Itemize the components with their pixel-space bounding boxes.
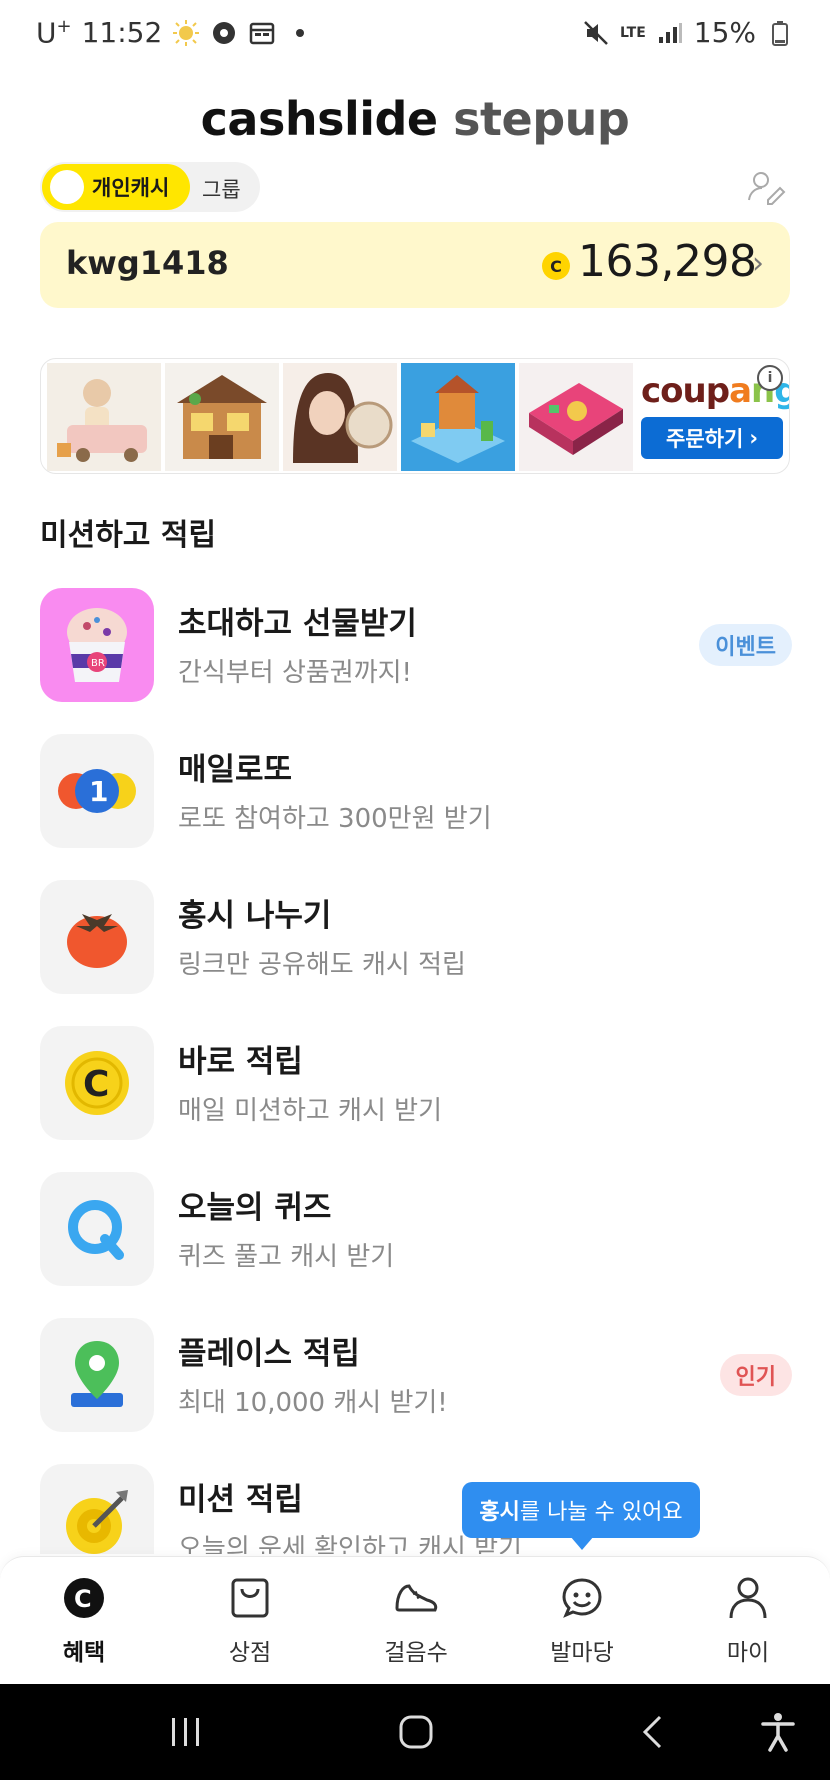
coin-icon: C [542,252,570,280]
clock: 11:52 [81,16,163,50]
ad-product-block-set[interactable] [401,363,515,471]
svg-text:C: C [74,1585,92,1613]
home-icon[interactable] [396,1708,436,1756]
sneaker-icon [393,1575,439,1621]
cash-coin-icon: C [40,1026,154,1140]
personal-cash-label: 개인캐시 [92,176,170,200]
ad-banner[interactable]: coupang 주문하기 › i [40,358,790,474]
brand-main: cashslide [200,92,438,146]
mission-subtitle: 퀴즈 풀고 캐시 받기 [178,1242,395,1272]
mission-title: 플레이스 적립 [178,1336,360,1372]
signal-icon [656,19,684,47]
battery-percent: 15% [693,16,756,49]
svg-text:BR: BR [91,658,105,669]
bottom-navigation: C 혜택 상점 걸음수 발마당 마이 [0,1556,830,1684]
ad-product-miniature-house[interactable] [165,363,279,471]
order-button-label: 주문하기 [666,427,744,451]
status-bar: U+ 11:52 LTE 15% [0,0,830,72]
mission-daily-lotto[interactable]: 1 매일로또 로또 참여하고 300만원 받기 [40,734,792,850]
back-icon[interactable] [632,1708,672,1756]
nav-shop[interactable]: 상점 [190,1575,310,1675]
tooltip-pointer [570,1536,594,1550]
mission-daily-quiz[interactable]: 오늘의 퀴즈 퀴즈 풀고 캐시 받기 [40,1172,792,1288]
nav-label: 걸음수 [384,1640,448,1666]
status-right: LTE 15% [582,16,794,49]
mission-instant-earn[interactable]: C 바로 적립 매일 미션하고 캐시 받기 [40,1026,792,1142]
mission-invite[interactable]: BR 초대하고 선물받기 간식부터 상품권까지! 이벤트 [40,588,792,704]
sun-notification-icon [172,19,200,47]
cash-type-toggle[interactable]: 개인캐시 그룹 [40,162,260,212]
quiz-q-icon [40,1172,154,1286]
persimmon-icon [40,880,154,994]
brand-sub: stepup [453,92,630,146]
nav-label: 상점 [228,1640,272,1666]
accessibility-icon[interactable] [756,1708,800,1756]
lotto-balls-icon: 1 [40,734,154,848]
edit-profile-icon[interactable] [746,168,786,208]
popular-badge: 인기 [719,1354,792,1396]
section-title: 미션하고 적립 [40,518,217,553]
nav-my[interactable]: 마이 [688,1575,808,1675]
balance-card[interactable]: kwg1418 C 163,298 › [40,222,790,308]
benefit-coin-icon: C [61,1575,107,1621]
mission-share-persimmon[interactable]: 홍시 나누기 링크만 공유해도 캐시 적립 [40,880,792,996]
mission-title: 미션 적립 [178,1482,303,1518]
cash-balance: 163,298 [578,236,757,287]
nav-label: 혜택 [62,1640,106,1666]
ad-info-icon[interactable]: i [757,365,783,391]
mission-title: 바로 적립 [178,1044,303,1080]
calendar-notification-icon [248,19,276,47]
chevron-right-icon: › [752,246,764,281]
share-persimmon-tooltip[interactable]: 홍시를 나눌 수 있어요 [462,1482,700,1538]
more-notifications-dot-icon [286,19,314,47]
mission-title: 매일로또 [178,752,293,788]
recent-apps-icon[interactable] [166,1708,206,1756]
event-badge: 이벤트 [699,624,792,666]
nav-label: 발마당 [550,1640,614,1666]
network-type: LTE [620,24,646,41]
smile-chat-icon [559,1575,605,1621]
aperture-notification-icon [210,19,238,47]
shopping-bag-icon [227,1575,273,1621]
order-button[interactable]: 주문하기 › [641,417,783,459]
nav-benefit[interactable]: C 혜택 [24,1575,144,1675]
ad-product-puzzle-box[interactable] [519,363,633,471]
app-brand-title: cashslide stepup [0,92,830,146]
ice-cream-icon: BR [40,588,154,702]
mission-subtitle: 링크만 공유해도 캐시 적립 [178,950,466,980]
ad-product-toy-truck[interactable] [47,363,161,471]
nav-steps[interactable]: 걸음수 [356,1575,476,1675]
battery-icon [766,19,794,47]
username: kwg1418 [66,244,229,282]
mission-subtitle: 매일 미션하고 캐시 받기 [178,1096,442,1126]
mission-title: 홍시 나누기 [178,898,332,934]
person-icon [725,1575,771,1621]
group-tab[interactable]: 그룹 [202,174,241,204]
mission-subtitle: 간식부터 상품권까지! [178,658,412,688]
nav-label: 마이 [726,1640,770,1666]
tooltip-highlight: 홍시 [479,1500,520,1525]
ad-product-beauty[interactable] [283,363,397,471]
carrier-label: U+ [36,16,72,50]
nav-community[interactable]: 발마당 [522,1575,642,1675]
mission-title: 오늘의 퀴즈 [178,1190,332,1226]
chevron-right-icon: › [749,426,758,450]
target-dart-icon [40,1464,154,1554]
map-pin-icon [40,1318,154,1432]
svg-text:1: 1 [89,775,108,808]
mission-subtitle: 로또 참여하고 300만원 받기 [178,804,492,834]
toggle-knob [50,170,84,204]
mission-subtitle: 최대 10,000 캐시 받기! [178,1388,448,1418]
system-navigation-bar [0,1684,830,1780]
tooltip-text: 를 나눌 수 있어요 [519,1500,683,1525]
personal-cash-tab[interactable]: 개인캐시 [42,164,190,210]
svg-text:C: C [83,1064,109,1105]
status-left: U+ 11:52 [36,16,314,49]
mission-place-earn[interactable]: 플레이스 적립 최대 10,000 캐시 받기! 인기 [40,1318,792,1434]
mission-title: 초대하고 선물받기 [178,606,417,642]
mute-icon [582,19,610,47]
